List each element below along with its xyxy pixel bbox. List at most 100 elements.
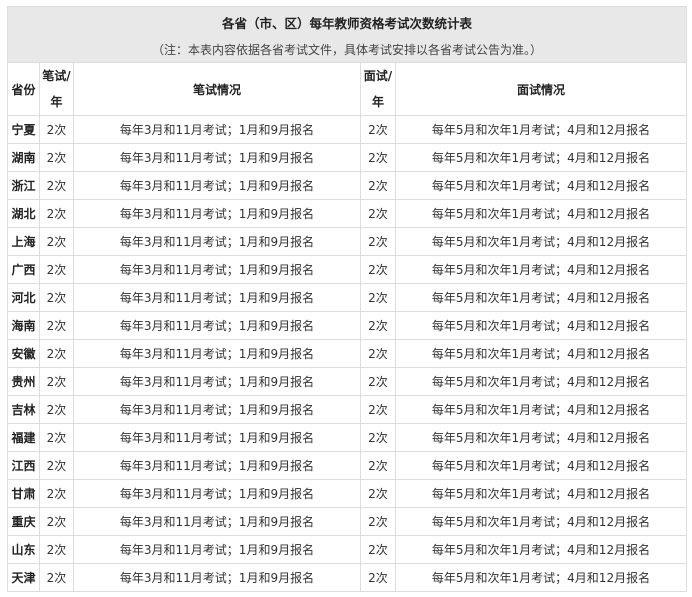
written-info-cell: 每年3月和11月考试；1月和9月报名: [73, 115, 361, 144]
table-row: 广西 2次 每年3月和11月考试；1月和9月报名 2次 每年5月和次年1月考试；4月和1…: [7, 255, 687, 284]
province-cell: 湖北: [7, 199, 40, 228]
written-info-cell: 每年3月和11月考试；1月和9月报名: [73, 395, 361, 424]
interview-count-cell: 2次: [360, 339, 396, 368]
interview-info-cell: 每年5月和次年1月考试；4月和12月报名: [395, 171, 687, 200]
table-row: 江西 2次 每年3月和11月考试；1月和9月报名 2次 每年5月和次年1月考试；4月和1…: [7, 451, 687, 480]
written-info-cell: 每年3月和11月考试；1月和9月报名: [73, 507, 361, 536]
interview-info-cell: 每年5月和次年1月考试；4月和12月报名: [395, 227, 687, 256]
written-count-cell: 2次: [39, 423, 74, 452]
interview-count-cell: 2次: [360, 423, 396, 452]
table-row: 山东 2次 每年3月和11月考试；1月和9月报名 2次 每年5月和次年1月考试；4月和1…: [7, 535, 687, 564]
written-count-cell: 2次: [39, 283, 74, 312]
written-count-cell: 2次: [39, 563, 74, 592]
written-count-cell: 2次: [39, 479, 74, 508]
province-cell: 上海: [7, 227, 40, 256]
province-cell: 宁夏: [7, 115, 40, 144]
table-row: 海南 2次 每年3月和11月考试；1月和9月报名 2次 每年5月和次年1月考试；4月和1…: [7, 311, 687, 340]
written-info-cell: 每年3月和11月考试；1月和9月报名: [73, 451, 361, 480]
written-info-cell: 每年3月和11月考试；1月和9月报名: [73, 563, 361, 592]
province-cell: 甘肃: [7, 479, 40, 508]
written-info-cell: 每年3月和11月考试；1月和9月报名: [73, 423, 361, 452]
written-info-cell: 每年3月和11月考试；1月和9月报名: [73, 311, 361, 340]
interview-count-cell: 2次: [360, 115, 396, 144]
table-row: 上海 2次 每年3月和11月考试；1月和9月报名 2次 每年5月和次年1月考试；4月和1…: [7, 227, 687, 256]
interview-count-cell: 2次: [360, 171, 396, 200]
interview-count-cell: 2次: [360, 535, 396, 564]
written-count-cell: 2次: [39, 199, 74, 228]
interview-count-cell: 2次: [360, 311, 396, 340]
interview-info-cell: 每年5月和次年1月考试；4月和12月报名: [395, 395, 687, 424]
interview-info-cell: 每年5月和次年1月考试；4月和12月报名: [395, 339, 687, 368]
province-cell: 江西: [7, 451, 40, 480]
province-cell: 山东: [7, 535, 40, 564]
table-row: 贵州 2次 每年3月和11月考试；1月和9月报名 2次 每年5月和次年1月考试；4月和1…: [7, 367, 687, 396]
interview-count-cell: 2次: [360, 227, 396, 256]
page: 各省（市、区）每年教师资格考试次数统计表 （注：本表内容依据各省考试文件，具体考…: [0, 0, 692, 597]
table-note-row: （注：本表内容依据各省考试文件，具体考试安排以各省考试公告为准。）: [7, 37, 687, 63]
table-header-row: 省份 笔试/年 笔试情况 面试/年 面试情况: [7, 62, 687, 116]
interview-info-cell: 每年5月和次年1月考试；4月和12月报名: [395, 255, 687, 284]
written-info-cell: 每年3月和11月考试；1月和9月报名: [73, 171, 361, 200]
interview-info-cell: 每年5月和次年1月考试；4月和12月报名: [395, 423, 687, 452]
written-info-cell: 每年3月和11月考试；1月和9月报名: [73, 367, 361, 396]
interview-count-cell: 2次: [360, 507, 396, 536]
province-cell: 天津: [7, 563, 40, 592]
table-row: 甘肃 2次 每年3月和11月考试；1月和9月报名 2次 每年5月和次年1月考试；4月和1…: [7, 479, 687, 508]
written-info-cell: 每年3月和11月考试；1月和9月报名: [73, 143, 361, 172]
table-row: 重庆 2次 每年3月和11月考试；1月和9月报名 2次 每年5月和次年1月考试；4月和1…: [7, 507, 687, 536]
province-cell: 吉林: [7, 395, 40, 424]
interview-info-cell: 每年5月和次年1月考试；4月和12月报名: [395, 199, 687, 228]
table-row: 湖北 2次 每年3月和11月考试；1月和9月报名 2次 每年5月和次年1月考试；4月和1…: [7, 199, 687, 228]
interview-count-cell: 2次: [360, 479, 396, 508]
interview-count-cell: 2次: [360, 451, 396, 480]
written-count-cell: 2次: [39, 311, 74, 340]
province-cell: 广西: [7, 255, 40, 284]
header-interview-info: 面试情况: [395, 62, 687, 116]
province-cell: 贵州: [7, 367, 40, 396]
province-cell: 重庆: [7, 507, 40, 536]
interview-info-cell: 每年5月和次年1月考试；4月和12月报名: [395, 451, 687, 480]
interview-count-cell: 2次: [360, 199, 396, 228]
written-count-cell: 2次: [39, 367, 74, 396]
written-info-cell: 每年3月和11月考试；1月和9月报名: [73, 535, 361, 564]
province-cell: 浙江: [7, 171, 40, 200]
table-title-row: 各省（市、区）每年教师资格考试次数统计表: [7, 6, 687, 37]
table-row: 湖南 2次 每年3月和11月考试；1月和9月报名 2次 每年5月和次年1月考试；4月和1…: [7, 143, 687, 172]
table-title: 各省（市、区）每年教师资格考试次数统计表: [7, 6, 687, 37]
province-cell: 海南: [7, 311, 40, 340]
written-info-cell: 每年3月和11月考试；1月和9月报名: [73, 199, 361, 228]
written-count-cell: 2次: [39, 227, 74, 256]
written-info-cell: 每年3月和11月考试；1月和9月报名: [73, 227, 361, 256]
interview-info-cell: 每年5月和次年1月考试；4月和12月报名: [395, 143, 687, 172]
interview-count-cell: 2次: [360, 255, 396, 284]
interview-count-cell: 2次: [360, 563, 396, 592]
header-interview-count: 面试/年: [360, 62, 396, 116]
interview-info-cell: 每年5月和次年1月考试；4月和12月报名: [395, 507, 687, 536]
table-row: 宁夏 2次 每年3月和11月考试；1月和9月报名 2次 每年5月和次年1月考试；4月和1…: [7, 115, 687, 144]
province-cell: 湖南: [7, 143, 40, 172]
header-written-count: 笔试/年: [39, 62, 74, 116]
interview-count-cell: 2次: [360, 143, 396, 172]
written-info-cell: 每年3月和11月考试；1月和9月报名: [73, 479, 361, 508]
written-count-cell: 2次: [39, 535, 74, 564]
written-count-cell: 2次: [39, 255, 74, 284]
province-cell: 河北: [7, 283, 40, 312]
header-written-info: 笔试情况: [73, 62, 361, 116]
table-row: 浙江 2次 每年3月和11月考试；1月和9月报名 2次 每年5月和次年1月考试；4月和1…: [7, 171, 687, 200]
header-province: 省份: [7, 62, 40, 116]
interview-info-cell: 每年5月和次年1月考试；4月和12月报名: [395, 535, 687, 564]
written-count-cell: 2次: [39, 451, 74, 480]
written-count-cell: 2次: [39, 339, 74, 368]
written-count-cell: 2次: [39, 395, 74, 424]
written-info-cell: 每年3月和11月考试；1月和9月报名: [73, 339, 361, 368]
province-cell: 安徽: [7, 339, 40, 368]
interview-info-cell: 每年5月和次年1月考试；4月和12月报名: [395, 115, 687, 144]
interview-info-cell: 每年5月和次年1月考试；4月和12月报名: [395, 367, 687, 396]
written-count-cell: 2次: [39, 115, 74, 144]
written-count-cell: 2次: [39, 507, 74, 536]
table-row: 天津 2次 每年3月和11月考试；1月和9月报名 2次 每年5月和次年1月考试；4月和1…: [7, 563, 687, 592]
interview-info-cell: 每年5月和次年1月考试；4月和12月报名: [395, 311, 687, 340]
table-row: 河北 2次 每年3月和11月考试；1月和9月报名 2次 每年5月和次年1月考试；4月和1…: [7, 283, 687, 312]
table-row: 福建 2次 每年3月和11月考试；1月和9月报名 2次 每年5月和次年1月考试；4月和1…: [7, 423, 687, 452]
table-row: 安徽 2次 每年3月和11月考试；1月和9月报名 2次 每年5月和次年1月考试；4月和1…: [7, 339, 687, 368]
